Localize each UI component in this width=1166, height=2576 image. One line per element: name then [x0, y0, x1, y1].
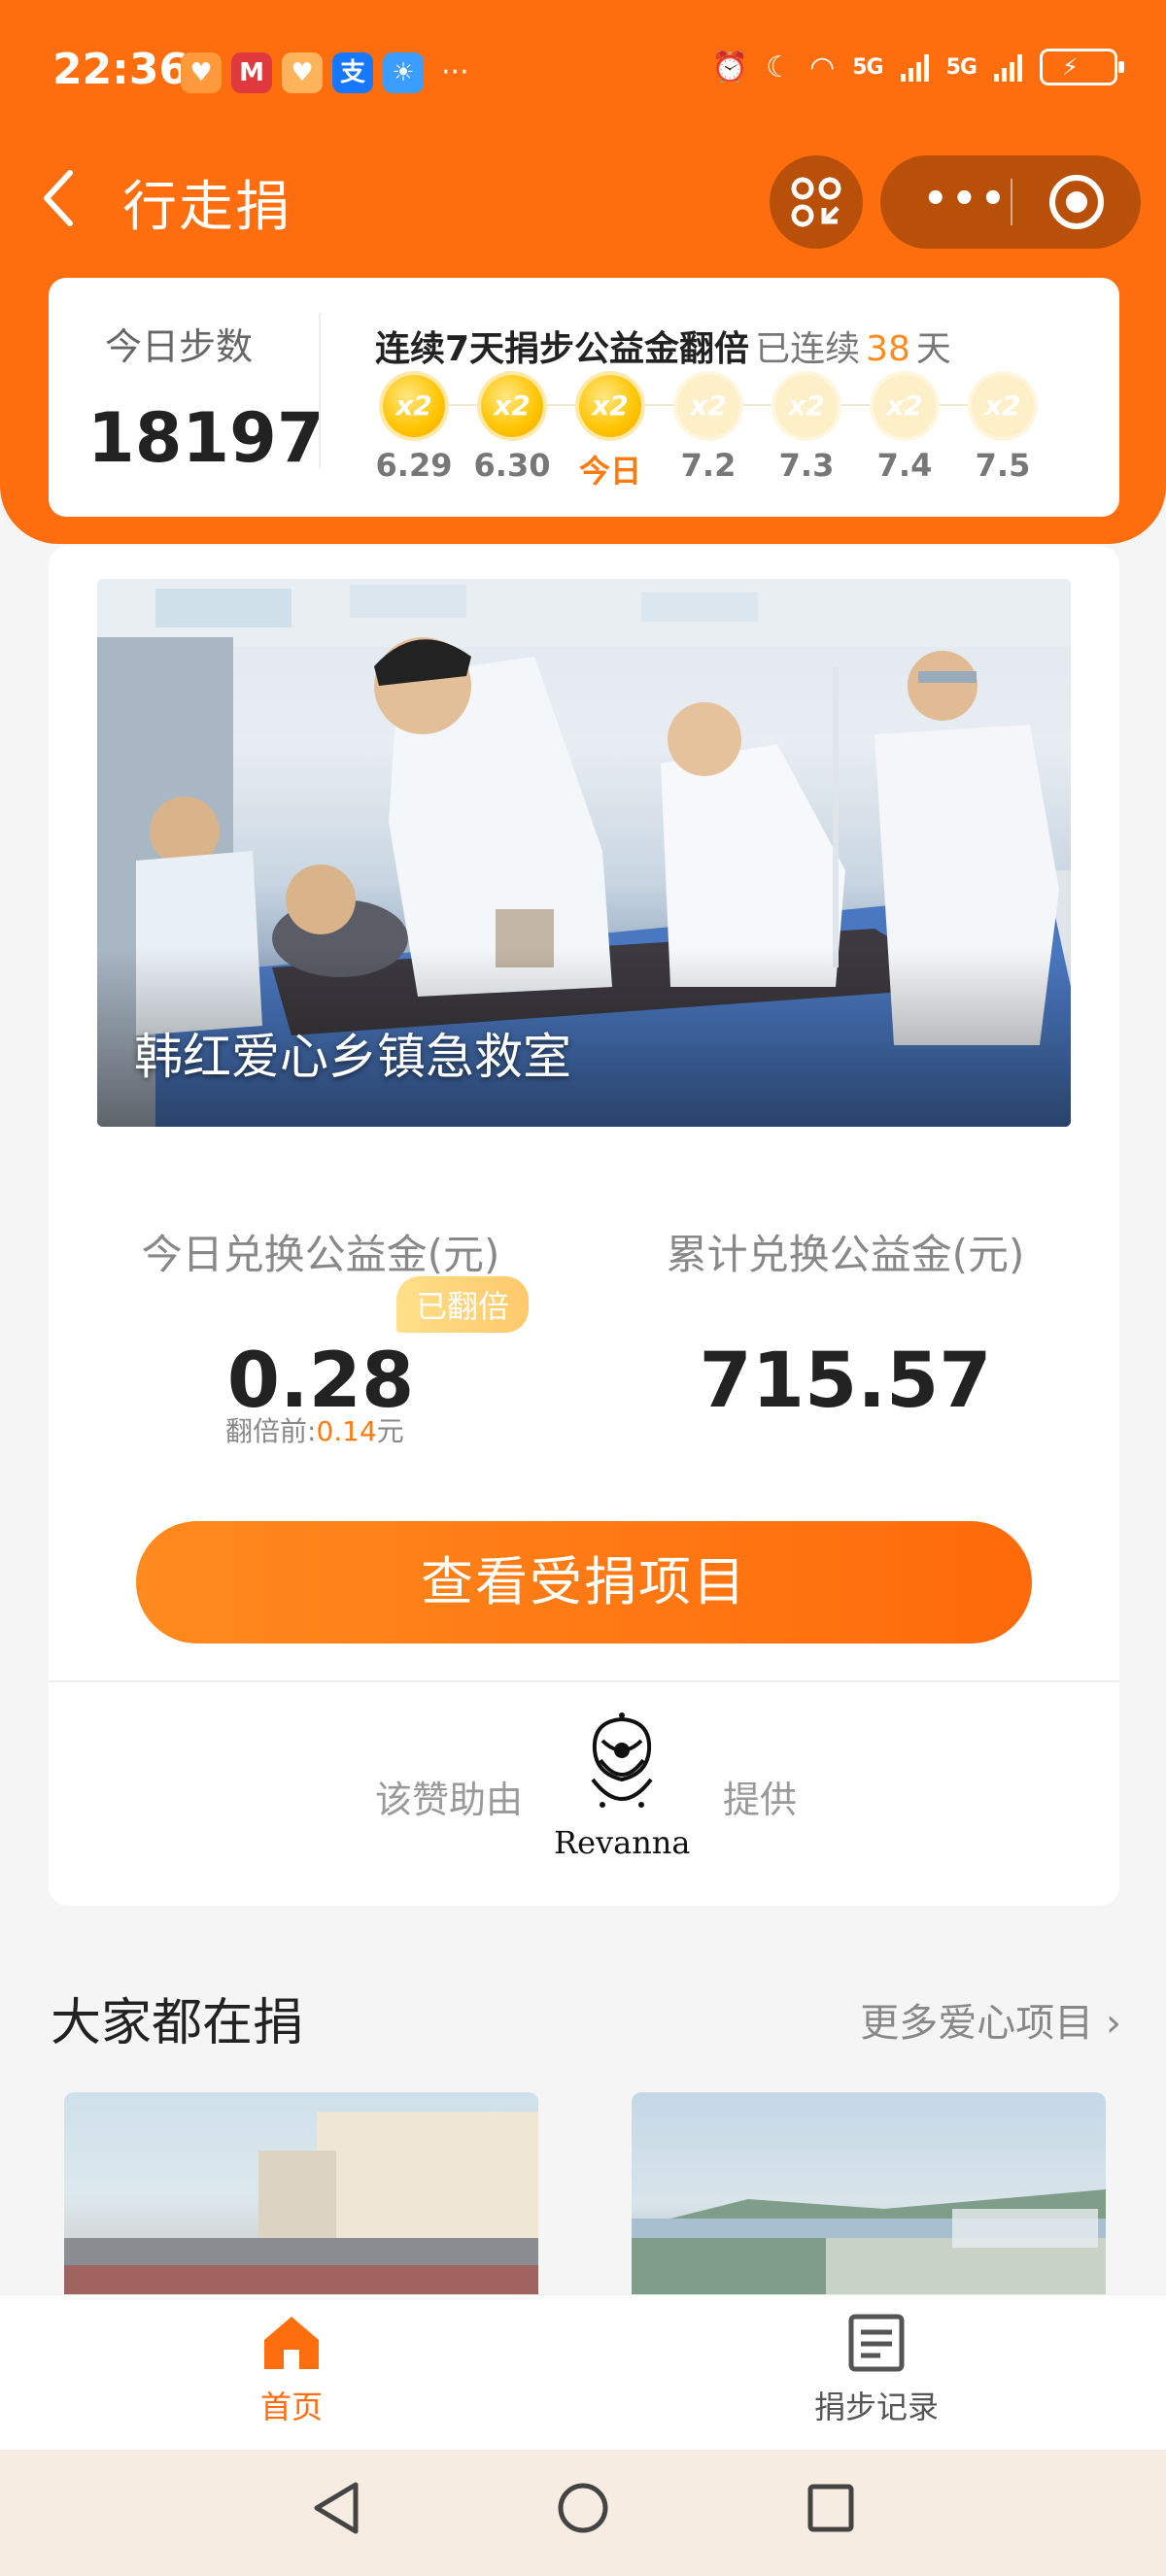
records-icon — [848, 2314, 905, 2372]
streak-count: 38 — [866, 329, 910, 369]
status-right: ⏰ ☾ ◠ 5G 5G ⚡ — [711, 49, 1124, 85]
sponsor-divider — [49, 1680, 1119, 1682]
project-photo[interactable]: 韩红爱心乡镇急救室 — [97, 579, 1071, 1127]
section-title: 大家都在捐 — [51, 1994, 304, 2052]
project-title: 韩红爱心乡镇急救室 — [134, 1029, 571, 1085]
bank-app-icon: M — [231, 52, 272, 93]
scan-icon — [791, 177, 841, 227]
before-doubling-value: 0.14 — [316, 1415, 377, 1447]
sponsor-prefix: 该赞助由 — [375, 1779, 524, 1821]
back-icon[interactable] — [39, 167, 78, 229]
alarm-icon: ⏰ — [711, 50, 749, 85]
project-card: 韩红爱心乡镇急救室 今日兑换公益金(元) 0.28 已翻倍 翻倍前:0.14元 … — [49, 546, 1119, 1906]
nav-back-icon[interactable] — [309, 2479, 361, 2537]
double-coin-icon: x2 — [972, 375, 1034, 437]
status-bar: 22:36 ♥ M ♥ 支 ☀ ··· ⏰ ☾ ◠ 5G 5G ⚡ — [0, 39, 1166, 109]
double-coin-icon: x2 — [481, 375, 543, 437]
sponsor-row: 该赞助由 Revanna 提供 — [49, 1712, 1119, 1867]
streak-day-label: 今日 — [578, 453, 641, 490]
today-steps-value: 18197 — [87, 398, 325, 478]
total-exchange-label: 累计兑换公益金(元) — [666, 1231, 1025, 1278]
streak-day-label: 6.29 — [375, 447, 453, 484]
streak-day-label: 7.5 — [975, 447, 1031, 484]
streak-day-6: x2 7.4 — [866, 375, 943, 484]
tab-records[interactable]: 捐步记录 — [779, 2313, 974, 2427]
streak-day-7: x2 7.5 — [964, 375, 1042, 484]
streak-title: 连续7天捐步公益金翻倍 — [375, 329, 750, 369]
more-projects-label: 更多爱心项目 — [860, 2001, 1094, 2046]
more-notifications-icon: ··· — [441, 55, 469, 89]
page-title: 行走捐 — [122, 176, 292, 239]
double-coin-icon: x2 — [383, 375, 445, 437]
before-doubling-label: 翻倍前: — [225, 1415, 317, 1447]
streak-unit: 天 — [915, 329, 951, 369]
double-coin-icon: x2 — [579, 375, 641, 437]
close-program-button[interactable] — [1049, 175, 1104, 229]
weather-icon: ☀ — [383, 52, 424, 93]
alipay-icon: 支 — [332, 52, 373, 93]
moon-icon: ☾ — [766, 50, 793, 85]
sponsor-logo[interactable]: Revanna — [554, 1712, 690, 1861]
status-time: 22:36 — [52, 45, 189, 94]
step-card-divider — [319, 313, 321, 468]
today-exchange-label: 今日兑换公益金(元) — [141, 1231, 500, 1278]
streak-day-2: x2 6.30 — [473, 375, 551, 484]
mini-program-capsule: ••• — [880, 155, 1141, 249]
streak-header: 连续7天捐步公益金翻倍 已连续 38 天 — [375, 321, 951, 371]
app-root: 22:36 ♥ M ♥ 支 ☀ ··· ⏰ ☾ ◠ 5G 5G ⚡ 行走捐 ••… — [0, 0, 1166, 2576]
chevron-right-icon: › — [1106, 2001, 1121, 2046]
bottom-tab-bar: 首页 捐步记录 — [0, 2294, 1166, 2450]
signal-bars-icon-2 — [994, 52, 1022, 82]
step-card: 今日步数 18197 连续7天捐步公益金翻倍 已连续 38 天 x2 6.29 x2 6.3… — [49, 278, 1119, 517]
total-exchange-block: 累计兑换公益金(元) 715.57 — [641, 1222, 1049, 1425]
heart-app-icon-2: ♥ — [282, 52, 323, 93]
thumbnail-illustration-1 — [64, 2112, 538, 2296]
streak-day-1: x2 6.29 — [375, 375, 453, 484]
battery-icon: ⚡ — [1040, 49, 1124, 85]
signal-bars-icon — [900, 52, 929, 82]
thumbnail-illustration-2 — [632, 2189, 1106, 2296]
status-app-icons: ♥ M ♥ 支 ☀ ··· — [181, 52, 469, 93]
tab-records-label: 捐步记录 — [813, 2389, 939, 2425]
streak-days: x2 6.29 x2 6.30 x2 今日 x2 7.2 x2 7.3 x2 7.4 x2 7.5 — [375, 375, 1114, 491]
doubled-badge: 已翻倍 — [396, 1276, 530, 1333]
more-menu-button[interactable]: ••• — [923, 177, 1010, 221]
before-doubling-unit: 元 — [376, 1415, 404, 1447]
today-steps-label: 今日步数 — [105, 325, 254, 368]
streak-day-label: 6.30 — [473, 447, 551, 484]
streak-day-label: 7.3 — [778, 447, 835, 484]
streak-day-label: 7.4 — [876, 447, 933, 484]
heart-app-icon: ♥ — [181, 52, 222, 93]
streak-day-label: 7.2 — [680, 447, 737, 484]
nav-recents-icon[interactable] — [805, 2479, 857, 2537]
double-coin-icon: x2 — [677, 375, 739, 437]
nav-home-icon[interactable] — [556, 2479, 610, 2537]
revanna-emblem-icon — [591, 1712, 653, 1808]
project-thumbnail-2[interactable] — [632, 2092, 1106, 2296]
streak-prefix: 已连续 — [755, 329, 861, 369]
project-thumbnail-1[interactable] — [64, 2092, 538, 2296]
streak-day-4: x2 7.2 — [669, 375, 747, 484]
system-nav-bar — [0, 2450, 1166, 2576]
sponsor-suffix: 提供 — [723, 1779, 798, 1821]
tab-home-label: 首页 — [259, 2389, 323, 2425]
home-icon — [264, 2317, 319, 2369]
signal-label-2: 5G — [945, 54, 977, 80]
double-coin-icon: x2 — [775, 375, 838, 437]
streak-day-5: x2 7.3 — [768, 375, 845, 484]
wifi-icon: ◠ — [809, 50, 836, 85]
scan-button[interactable] — [770, 155, 863, 249]
capsule-divider — [1011, 179, 1012, 225]
before-doubling: 翻倍前:0.14元 — [225, 1410, 404, 1449]
tab-home[interactable]: 首页 — [194, 2313, 389, 2427]
signal-label-1: 5G — [852, 54, 883, 80]
streak-day-3: x2 今日 — [571, 375, 649, 491]
total-exchange-value: 715.57 — [699, 1338, 992, 1425]
more-projects-link[interactable]: 更多爱心项目 › — [860, 1991, 1121, 2048]
sponsor-brand: Revanna — [554, 1824, 691, 1861]
double-coin-icon: x2 — [874, 375, 936, 437]
view-projects-button[interactable]: 查看受捐项目 — [136, 1521, 1032, 1644]
